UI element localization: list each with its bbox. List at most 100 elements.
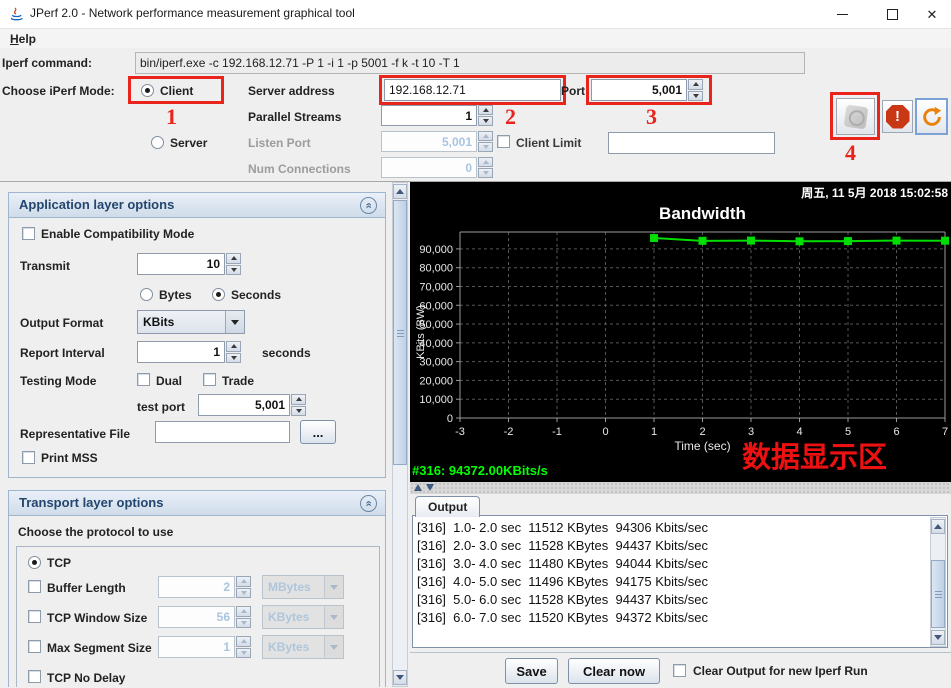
compatibility-mode-checkbox[interactable] (22, 227, 35, 240)
trade-checkbox[interactable] (203, 373, 216, 386)
server-address-label: Server address (248, 84, 335, 98)
output-scrollbar[interactable] (930, 517, 946, 647)
representative-file-label: Representative File (20, 427, 130, 441)
report-interval-value[interactable]: 1 (137, 341, 225, 363)
menu-help[interactable]: Help (6, 31, 40, 47)
scrollbar-thumb[interactable] (931, 560, 945, 628)
spinner-down-icon[interactable] (226, 265, 241, 276)
port-label: Port (561, 84, 585, 98)
spinner-up-icon (478, 131, 493, 141)
svg-text:6: 6 (893, 426, 899, 438)
stop-iperf-button[interactable] (882, 100, 913, 133)
output-format-label: Output Format (20, 316, 103, 330)
output-format-combo[interactable]: KBits (137, 310, 245, 334)
collapse-chevron-icon[interactable]: « (360, 197, 377, 214)
application-layer-header[interactable]: Application layer options « (9, 193, 385, 218)
max-segment-checkbox[interactable] (28, 640, 41, 653)
parallel-streams-value[interactable]: 1 (381, 105, 477, 126)
test-port-value[interactable]: 5,001 (198, 394, 290, 416)
buffer-length-spinner: 2 (158, 576, 251, 598)
spinner-up-icon (478, 157, 493, 167)
splitter-expand-up-icon[interactable] (414, 484, 422, 491)
testing-mode-label: Testing Mode (20, 374, 96, 388)
minimize-button[interactable] (822, 0, 862, 28)
scroll-down-icon[interactable] (931, 630, 945, 645)
scroll-down-icon[interactable] (393, 670, 407, 685)
scroll-up-icon[interactable] (931, 519, 945, 534)
client-limit-field[interactable] (608, 132, 775, 154)
save-button[interactable]: Save (505, 658, 558, 684)
tcp-no-delay-checkbox[interactable] (28, 670, 41, 683)
chart-output-splitter[interactable] (410, 482, 951, 494)
iperf-command-label: Iperf command: (2, 56, 92, 70)
buffer-length-unit-combo: MBytes (262, 575, 344, 599)
seconds-radio[interactable] (212, 288, 225, 301)
client-limit-checkbox[interactable] (497, 135, 510, 148)
spinner-down-icon[interactable] (478, 116, 493, 126)
options-scroll-pane: Application layer options « Enable Compa… (0, 182, 410, 687)
parallel-streams-spinner[interactable]: 1 (381, 105, 493, 126)
spinner-down-icon[interactable] (226, 353, 241, 364)
restart-iperf-button[interactable] (915, 98, 948, 135)
iperf-command-field[interactable]: bin/iperf.exe -c 192.168.12.71 -P 1 -i 1… (135, 52, 805, 74)
client-radio[interactable] (141, 84, 154, 97)
close-button[interactable]: ✕ (912, 0, 951, 28)
spinner-up-icon[interactable] (226, 253, 241, 264)
test-port-spinner[interactable]: 5,001 (198, 394, 306, 416)
svg-text:10,000: 10,000 (419, 394, 453, 406)
server-radio[interactable] (151, 136, 164, 149)
tcp-radio-label: TCP (47, 556, 71, 570)
options-scrollbar[interactable] (392, 182, 408, 687)
jperf-window: { "window": { "title": "JPerf 2.0 - Netw… (0, 0, 951, 687)
scrollbar-thumb[interactable] (393, 200, 407, 465)
splitter-expand-down-icon[interactable] (426, 484, 434, 491)
combo-arrow-icon[interactable] (225, 311, 244, 333)
port-spinner[interactable]: 5,001 (591, 79, 703, 101)
run-iperf-button[interactable] (836, 98, 875, 135)
tcp-radio[interactable] (28, 556, 41, 569)
tab-output[interactable]: Output (415, 496, 480, 517)
representative-file-field[interactable] (155, 421, 290, 443)
tcp-window-spinner: 56 (158, 606, 251, 628)
spinner-up-icon[interactable] (291, 394, 306, 405)
browse-file-button[interactable]: ... (300, 420, 336, 444)
title-bar: JPerf 2.0 - Network performance measurem… (0, 0, 951, 29)
print-mss-checkbox[interactable] (22, 451, 35, 464)
scroll-up-icon[interactable] (393, 184, 407, 199)
tcp-window-checkbox[interactable] (28, 610, 41, 623)
client-radio-label: Client (160, 84, 193, 98)
listen-port-spinner: 5,001 (381, 131, 493, 152)
spinner-up-icon[interactable] (226, 341, 241, 352)
clear-output-checkbox[interactable] (673, 664, 686, 677)
transport-layer-header[interactable]: Transport layer options « (9, 491, 385, 516)
bytes-radio[interactable] (140, 288, 153, 301)
combo-arrow-icon (324, 636, 343, 658)
print-mss-label: Print MSS (41, 451, 98, 465)
port-value[interactable]: 5,001 (591, 79, 687, 101)
clear-now-button[interactable]: Clear now (568, 658, 660, 684)
buffer-length-checkbox[interactable] (28, 580, 41, 593)
tcp-window-unit: KBytes (263, 606, 324, 628)
maximize-button[interactable] (872, 0, 912, 28)
svg-text:#316: 94372.00KBits/s: #316: 94372.00KBits/s (412, 463, 548, 478)
annotation-number-4: 4 (845, 140, 856, 166)
svg-text:20,000: 20,000 (419, 375, 453, 387)
spinner-down-icon[interactable] (291, 406, 306, 417)
spinner-down-icon[interactable] (688, 91, 703, 102)
dual-checkbox[interactable] (137, 373, 150, 386)
max-segment-value: 1 (158, 636, 235, 658)
spinner-up-icon[interactable] (688, 79, 703, 90)
dual-label: Dual (156, 374, 182, 388)
choose-mode-label: Choose iPerf Mode: (2, 84, 115, 98)
test-port-label: test port (137, 400, 185, 414)
application-layer-title: Application layer options (19, 197, 174, 212)
spinner-up-icon[interactable] (478, 105, 493, 115)
transmit-value[interactable]: 10 (137, 253, 225, 275)
report-interval-spinner[interactable]: 1 (137, 341, 241, 363)
output-console[interactable]: [316] 1.0- 2.0 sec 11512 KBytes 94306 Kb… (412, 515, 948, 648)
transmit-spinner[interactable]: 10 (137, 253, 241, 275)
output-list: [316] 1.0- 2.0 sec 11512 KBytes 94306 Kb… (417, 519, 927, 627)
java-icon (9, 6, 25, 22)
server-address-field[interactable]: 192.168.12.71 (384, 79, 561, 101)
collapse-chevron-icon[interactable]: « (360, 495, 377, 512)
